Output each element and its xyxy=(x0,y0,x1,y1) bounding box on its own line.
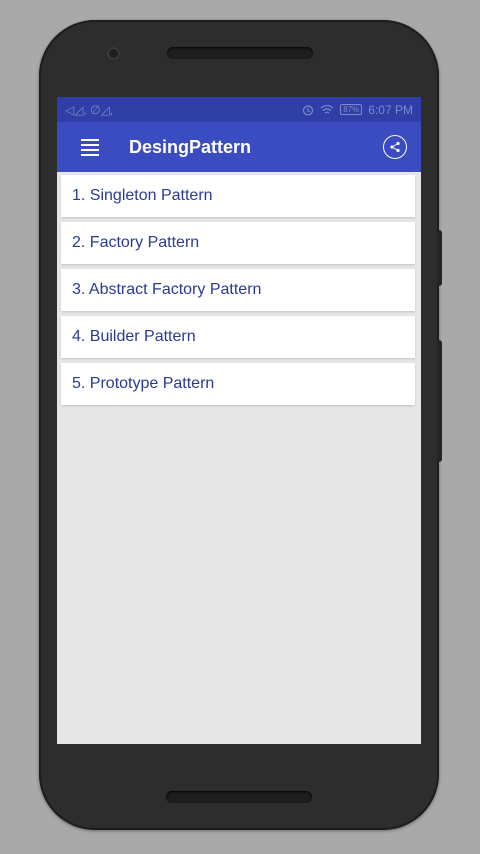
list-item-prototype[interactable]: 5. Prototype Pattern xyxy=(61,363,415,405)
list-item-label: 1. Singleton Pattern xyxy=(72,187,213,204)
list-item-label: 4. Builder Pattern xyxy=(72,328,196,345)
top-speaker xyxy=(167,47,313,59)
signal-text: ◁◿, ∅◿, xyxy=(65,102,114,117)
front-camera xyxy=(107,47,120,60)
volume-button xyxy=(437,230,442,286)
status-bar: ◁◿, ∅◿, 87% 6:07 PM xyxy=(57,97,421,122)
app-title: DesingPattern xyxy=(129,136,252,157)
list-item-label: 5. Prototype Pattern xyxy=(72,375,215,392)
menu-icon[interactable] xyxy=(81,137,105,157)
alarm-icon xyxy=(303,104,314,116)
pattern-list: 1. Singleton Pattern 2. Factory Pattern … xyxy=(57,172,421,405)
battery-indicator: 87% xyxy=(340,104,363,115)
list-item-builder[interactable]: 4. Builder Pattern xyxy=(61,316,415,358)
share-icon[interactable] xyxy=(383,135,407,159)
screen: ◁◿, ∅◿, 87% 6:07 PM DesingPattern 1. Sin… xyxy=(57,97,421,744)
wifi-icon xyxy=(320,104,334,114)
bottom-speaker xyxy=(166,791,312,803)
status-time: 6:07 PM xyxy=(368,102,413,117)
list-item-singleton[interactable]: 1. Singleton Pattern xyxy=(61,175,415,217)
list-item-label: 2. Factory Pattern xyxy=(72,234,200,251)
power-button xyxy=(437,340,442,462)
list-item-factory[interactable]: 2. Factory Pattern xyxy=(61,222,415,264)
app-bar: DesingPattern xyxy=(57,122,421,172)
list-item-label: 3. Abstract Factory Pattern xyxy=(72,281,262,298)
list-item-abstract-factory[interactable]: 3. Abstract Factory Pattern xyxy=(61,269,415,311)
signal-indicators: ◁◿, ∅◿, xyxy=(65,103,302,117)
